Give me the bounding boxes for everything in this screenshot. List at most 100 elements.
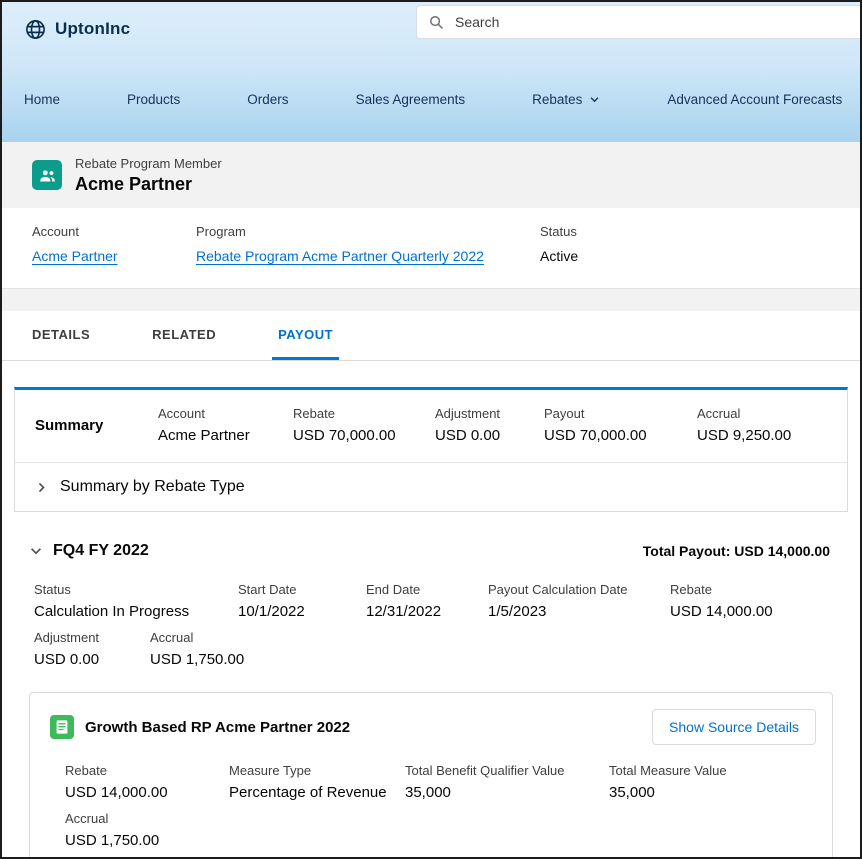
chevron-down-icon	[29, 544, 43, 558]
period-field-status: Status Calculation In Progress	[34, 582, 238, 620]
period-fields: Status Calculation In Progress Start Dat…	[29, 582, 830, 668]
period-field-rebate: Rebate USD 14,000.00	[670, 582, 773, 620]
field-value: Percentage of Revenue	[229, 784, 405, 801]
tab-payout[interactable]: PAYOUT	[272, 311, 339, 360]
nav-item-advanced-account-forecasts[interactable]: Advanced Account Forecasts	[667, 92, 842, 107]
summary-row: Summary Account Acme Partner Rebate USD …	[15, 390, 847, 463]
period-total-payout: Total Payout: USD 14,000.00	[643, 543, 830, 559]
period-field-start-date: Start Date 10/1/2022	[238, 582, 366, 620]
field-label: Total Benefit Qualifier Value	[405, 763, 609, 778]
program-link[interactable]: Rebate Program Acme Partner Quarterly 20…	[196, 248, 484, 264]
nav-item-sales-agreements[interactable]: Sales Agreements	[356, 92, 466, 107]
tab-related[interactable]: RELATED	[146, 311, 222, 360]
program-field-total-benefit-qualifier-value: Total Benefit Qualifier Value 35,000	[405, 763, 609, 801]
summary-field-rebate: Rebate USD 70,000.00	[293, 406, 435, 444]
section-divider	[2, 289, 860, 311]
field-value: 35,000	[405, 784, 609, 801]
field-value: USD 1,750.00	[150, 651, 244, 668]
program-card-fields: Rebate USD 14,000.00 Measure Type Percen…	[50, 763, 816, 849]
program-card-title: Growth Based RP Acme Partner 2022	[85, 719, 350, 736]
program-field-measure-type: Measure Type Percentage of Revenue	[229, 763, 405, 801]
nav-item-orders[interactable]: Orders	[247, 92, 288, 107]
account-link[interactable]: Acme Partner	[32, 248, 118, 264]
record-tabs: DETAILS RELATED PAYOUT	[2, 311, 860, 361]
field-label: Adjustment	[34, 630, 150, 645]
brand-name: UptonInc	[55, 19, 130, 39]
field-label: End Date	[366, 582, 488, 597]
field-label: Accrual	[150, 630, 244, 645]
page-header-text: Rebate Program Member Acme Partner	[75, 156, 222, 195]
period-collapse-toggle[interactable]	[29, 544, 43, 558]
field-label: Account	[32, 224, 196, 239]
field-value: USD 70,000.00	[293, 427, 435, 444]
field-value: Acme Partner	[158, 427, 293, 444]
chevron-down-icon	[589, 94, 600, 105]
field-label: Payout Calculation Date	[488, 582, 670, 597]
summary-field-account: Account Acme Partner	[158, 406, 293, 444]
field-value: Calculation In Progress	[34, 603, 238, 620]
field-label: Measure Type	[229, 763, 405, 778]
field-value: 35,000	[609, 784, 727, 801]
chevron-right-icon	[35, 481, 48, 494]
summary-by-rebate-type-label: Summary by Rebate Type	[60, 478, 245, 496]
field-value: USD 14,000.00	[65, 784, 229, 801]
global-header: UptonInc	[2, 2, 860, 56]
field-value: 10/1/2022	[238, 603, 366, 620]
program-field-accrual: Accrual USD 1,750.00	[65, 811, 159, 849]
program-detail-card: Growth Based RP Acme Partner 2022 Show S…	[29, 692, 833, 859]
search-icon	[429, 15, 444, 30]
nav-item-home[interactable]: Home	[24, 92, 60, 107]
period-header: FQ4 FY 2022 Total Payout: USD 14,000.00	[29, 542, 830, 560]
period-field-adjustment: Adjustment USD 0.00	[34, 630, 150, 668]
field-value: USD 70,000.00	[544, 427, 697, 444]
field-account: Account Acme Partner	[32, 224, 196, 266]
field-program: Program Rebate Program Acme Partner Quar…	[196, 224, 540, 266]
show-source-details-button[interactable]: Show Source Details	[652, 709, 816, 745]
field-label: Rebate	[65, 763, 229, 778]
period-field-end-date: End Date 12/31/2022	[366, 582, 488, 620]
tabs-gap	[2, 361, 860, 387]
field-value: USD 0.00	[435, 427, 544, 444]
field-value: 12/31/2022	[366, 603, 488, 620]
global-search[interactable]	[416, 5, 860, 39]
field-label: Account	[158, 406, 293, 421]
app-window: UptonInc Home Products Orders Sales Agre…	[0, 0, 862, 859]
period-title: FQ4 FY 2022	[53, 542, 149, 560]
field-label: Start Date	[238, 582, 366, 597]
summary-by-rebate-type-toggle[interactable]: Summary by Rebate Type	[15, 463, 847, 511]
highlights-panel: Account Acme Partner Program Rebate Prog…	[2, 208, 860, 289]
summary-title: Summary	[35, 417, 158, 434]
program-field-total-measure-value: Total Measure Value 35,000	[609, 763, 727, 801]
page-title: Acme Partner	[75, 174, 222, 195]
status-value: Active	[540, 248, 578, 264]
field-label: Rebate	[670, 582, 773, 597]
field-label: Payout	[544, 406, 697, 421]
nav-item-rebates[interactable]: Rebates	[532, 92, 600, 107]
rebate-member-icon	[32, 160, 62, 190]
period-field-accrual: Accrual USD 1,750.00	[150, 630, 244, 668]
summary-field-accrual: Accrual USD 9,250.00	[697, 406, 791, 444]
period-section: FQ4 FY 2022 Total Payout: USD 14,000.00 …	[2, 512, 860, 668]
field-value: 1/5/2023	[488, 603, 670, 620]
field-label: Status	[34, 582, 238, 597]
field-label: Accrual	[697, 406, 791, 421]
search-input[interactable]	[455, 14, 848, 30]
tab-details[interactable]: DETAILS	[26, 311, 96, 360]
program-fields-row-2: Accrual USD 1,750.00	[65, 811, 816, 849]
field-value: USD 9,250.00	[697, 427, 791, 444]
brand[interactable]: UptonInc	[24, 18, 130, 41]
payout-summary-card: Summary Account Acme Partner Rebate USD …	[14, 387, 848, 512]
field-value: USD 14,000.00	[670, 603, 773, 620]
program-fields-row-1: Rebate USD 14,000.00 Measure Type Percen…	[65, 763, 816, 801]
page-header: Rebate Program Member Acme Partner	[2, 142, 860, 208]
field-label: Rebate	[293, 406, 435, 421]
main-nav: Home Products Orders Sales Agreements Re…	[24, 92, 842, 107]
field-label: Accrual	[65, 811, 159, 826]
globe-icon	[24, 18, 47, 41]
field-status: Status Active	[540, 224, 578, 266]
field-value: USD 1,750.00	[65, 832, 159, 849]
nav-item-products[interactable]: Products	[127, 92, 180, 107]
program-doc-icon	[50, 715, 74, 739]
field-label: Status	[540, 224, 578, 239]
period-fields-row-2: Adjustment USD 0.00 Accrual USD 1,750.00	[34, 630, 830, 668]
